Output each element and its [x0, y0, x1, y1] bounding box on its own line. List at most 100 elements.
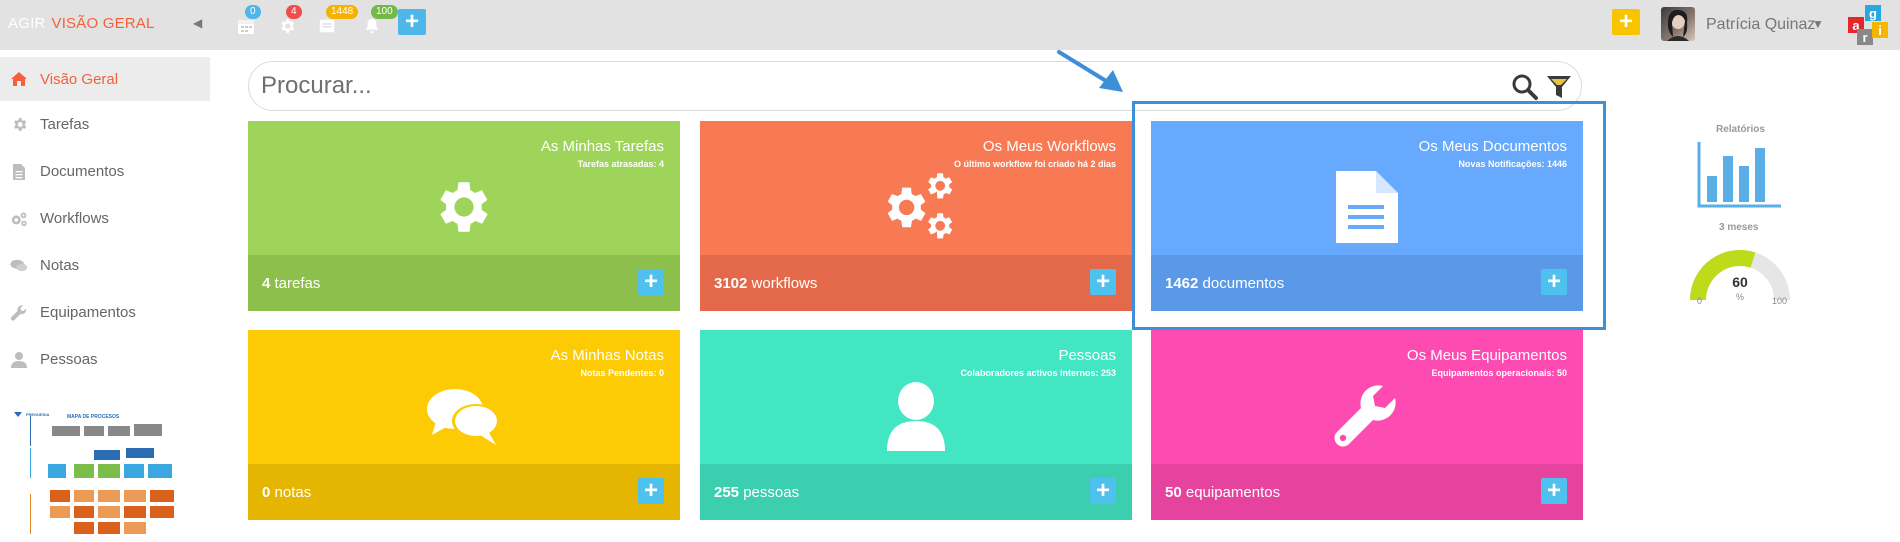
card-count-value: 50	[1165, 484, 1182, 501]
gears-icon	[10, 210, 28, 228]
messages-badge: 1448	[326, 5, 359, 19]
arrow-annotation	[1057, 50, 1123, 92]
card-footer: 3102 workflows +	[700, 255, 1132, 311]
user-name[interactable]: Patrícia Quinaz	[1706, 16, 1815, 34]
chevron-down-icon[interactable]: ▼	[1812, 17, 1824, 31]
gears-icon	[700, 171, 1132, 243]
notifications-button[interactable]: 100	[358, 5, 398, 40]
sidebar-item-notas[interactable]: Notas	[0, 242, 210, 289]
logo-letter-r: r	[1857, 29, 1873, 45]
calendar-button[interactable]: 0	[232, 5, 261, 40]
highlight-box	[1132, 101, 1606, 330]
messages-button[interactable]: 1448	[313, 5, 359, 40]
search-input[interactable]	[261, 71, 1461, 101]
card-count: 3102 workflows	[714, 275, 817, 292]
gear-icon	[281, 19, 295, 33]
card-title: As Minhas Tarefas	[540, 138, 664, 155]
top-bar: AGIR VISÃO GERAL ◀ 0 4 1448 100 + + Patrí…	[0, 0, 1900, 50]
card-count: 255 pessoas	[714, 484, 799, 501]
home-icon	[10, 70, 28, 88]
card-subtitle: Colaboradores activos internos: 253	[960, 368, 1116, 378]
user-icon	[10, 351, 28, 369]
plus-icon: +	[643, 268, 658, 295]
plus-icon: +	[1546, 477, 1561, 504]
process-map-title: MAPA DE PROCESOS	[67, 414, 120, 420]
sidebar-item-label: Pessoas	[40, 351, 98, 368]
page-title: VISÃO GERAL	[51, 15, 155, 32]
bell-icon	[365, 18, 379, 34]
add-pessoa-button[interactable]: +	[1090, 478, 1116, 504]
gauge-value: 60	[1732, 274, 1748, 290]
settings-button[interactable]: 4	[273, 5, 302, 40]
gauge-max: 100	[1772, 296, 1788, 306]
sidebar-item-workflows[interactable]: Workflows	[0, 195, 210, 242]
process-map-logo: FREGUESIA	[26, 412, 49, 417]
sidebar-item-label: Tarefas	[40, 116, 90, 133]
gear-icon	[10, 116, 28, 134]
avatar[interactable]	[1661, 7, 1695, 41]
card-tarefas[interactable]: As Minhas Tarefas Tarefas atrasadas: 4 4…	[248, 121, 680, 311]
brand[interactable]: AGIR VISÃO GERAL	[8, 15, 155, 32]
brand-name: AGIR	[8, 15, 46, 32]
card-count-value: 0	[262, 484, 271, 501]
sidebar-item-label: Equipamentos	[40, 304, 136, 321]
sidebar-item-label: Visão Geral	[40, 70, 119, 88]
add-tarefa-button[interactable]: +	[638, 269, 664, 295]
card-count-unit: workflows	[751, 275, 818, 292]
reports-chart-icon[interactable]	[1695, 140, 1785, 210]
card-workflows[interactable]: Os Meus Workflows O último workflow foi …	[700, 121, 1132, 311]
calendar-badge: 0	[245, 5, 261, 19]
plus-icon: +	[1618, 8, 1633, 35]
card-count: 4 tarefas	[262, 275, 320, 292]
card-footer: 255 pessoas +	[700, 464, 1132, 520]
plus-icon: +	[404, 8, 419, 35]
sidebar-item-visao-geral[interactable]: Visão Geral	[0, 57, 210, 101]
card-title: Os Meus Equipamentos	[1406, 347, 1567, 364]
card-footer: 0 notas +	[248, 464, 680, 520]
message-icon	[319, 19, 335, 33]
card-count: 0 notas	[262, 484, 311, 501]
card-count-value: 4	[262, 275, 271, 292]
card-count-value: 255	[714, 484, 740, 501]
document-icon	[10, 163, 28, 181]
plus-icon: +	[1095, 268, 1110, 295]
user-photo	[1667, 9, 1689, 41]
sidebar-item-label: Documentos	[40, 163, 125, 180]
process-map-thumbnail[interactable]: FREGUESIA MAPA DE PROCESOS	[10, 410, 185, 538]
chat-icon	[248, 380, 680, 452]
app-logo[interactable]: a g r i	[1848, 5, 1888, 45]
notifications-badge: 100	[371, 5, 398, 19]
card-equipamentos[interactable]: Os Meus Equipamentos Equipamentos operac…	[1151, 330, 1583, 520]
sidebar: Visão Geral Tarefas Documentos Workflows…	[0, 57, 210, 383]
quick-add-button[interactable]: +	[1612, 9, 1640, 35]
add-equipamento-button[interactable]: +	[1541, 478, 1567, 504]
sidebar-item-equipamentos[interactable]: Equipamentos	[0, 289, 210, 336]
card-title: Os Meus Workflows	[982, 138, 1116, 155]
card-count-unit: equipamentos	[1185, 484, 1281, 501]
card-title: As Minhas Notas	[550, 347, 664, 364]
card-count-value: 3102	[714, 275, 748, 292]
add-nota-button[interactable]: +	[638, 478, 664, 504]
sidebar-item-tarefas[interactable]: Tarefas	[0, 101, 210, 148]
sidebar-item-pessoas[interactable]: Pessoas	[0, 336, 210, 383]
sidebar-item-documentos[interactable]: Documentos	[0, 148, 210, 195]
card-notas[interactable]: As Minhas Notas Notas Pendentes: 0 0 not…	[248, 330, 680, 520]
add-button[interactable]: +	[398, 9, 426, 35]
sidebar-item-label: Workflows	[40, 210, 109, 227]
logo-letter-g: g	[1865, 5, 1881, 21]
wrench-icon	[1151, 376, 1583, 456]
card-count-unit: notas	[274, 484, 312, 501]
reports-label: Relatórios	[1716, 124, 1765, 135]
add-workflow-button[interactable]: +	[1090, 269, 1116, 295]
card-pessoas[interactable]: Pessoas Colaboradores activos internos: …	[700, 330, 1132, 520]
gauge-min: 0	[1697, 296, 1703, 306]
chevron-left-icon[interactable]: ◀	[193, 16, 202, 30]
card-subtitle: O último workflow foi criado há 2 dias	[953, 159, 1116, 169]
card-subtitle: Tarefas atrasadas: 4	[577, 159, 664, 169]
wrench-icon	[10, 304, 28, 322]
card-count-unit: tarefas	[274, 275, 321, 292]
process-map-image: FREGUESIA MAPA DE PROCESOS	[14, 412, 174, 534]
calendar-icon	[238, 20, 254, 34]
gear-icon	[248, 171, 680, 243]
user-icon	[700, 378, 1132, 456]
